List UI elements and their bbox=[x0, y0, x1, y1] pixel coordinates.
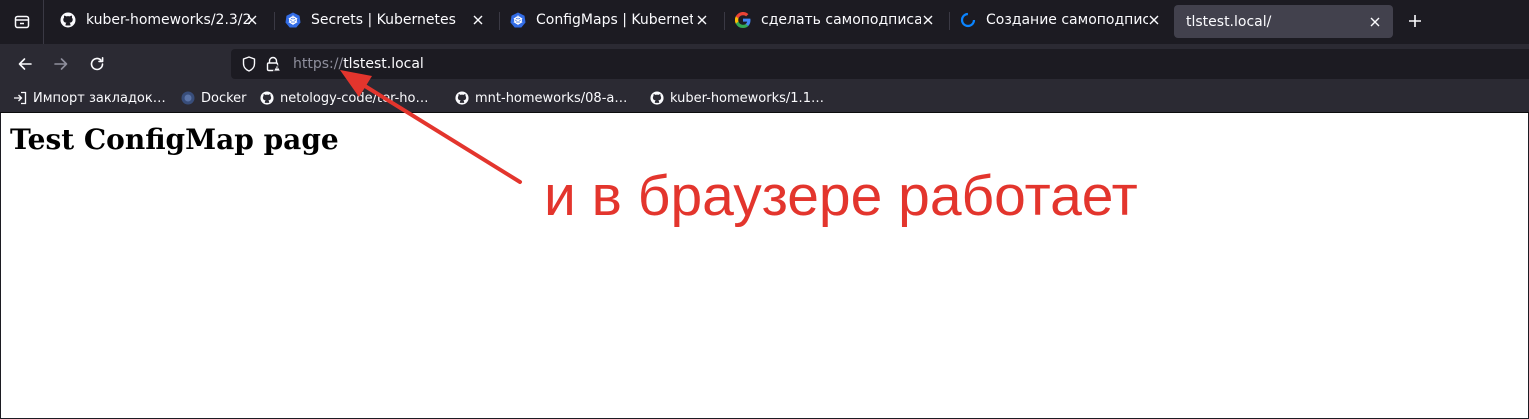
bookmark-label: netology-code/ter-ho… bbox=[280, 90, 429, 106]
tab-self-signed-creation[interactable]: Создание самоподписа bbox=[950, 0, 1172, 40]
forward-icon bbox=[54, 58, 68, 70]
tab-title: сделать самоподписанн bbox=[761, 12, 921, 28]
kubernetes-icon bbox=[285, 12, 301, 28]
import-icon bbox=[13, 91, 27, 105]
tab-google-search[interactable]: сделать самоподписанн bbox=[725, 0, 947, 40]
close-icon[interactable] bbox=[694, 12, 710, 28]
bookmark-kuber-homeworks[interactable]: kuber-homeworks/1.1… bbox=[650, 88, 824, 108]
tab-secrets-kubernetes[interactable]: Secrets | Kubernetes bbox=[275, 0, 497, 40]
close-icon[interactable] bbox=[470, 12, 486, 28]
plus-icon bbox=[1409, 15, 1421, 27]
bookmark-label: kuber-homeworks/1.1… bbox=[670, 90, 824, 106]
tab-title: kuber-homeworks/2.3/2. bbox=[86, 12, 252, 28]
shield-icon[interactable] bbox=[241, 56, 257, 72]
tab-title: Создание самоподписа bbox=[986, 12, 1148, 28]
firefox-view-button[interactable] bbox=[0, 0, 44, 44]
docker-icon bbox=[181, 91, 195, 105]
back-button[interactable] bbox=[13, 52, 37, 76]
tab-configmaps-kubernetes[interactable]: ConfigMaps | Kubernete bbox=[500, 0, 722, 40]
tab-title: ConfigMaps | Kubernete bbox=[536, 12, 693, 28]
github-icon bbox=[260, 91, 274, 105]
address-bar[interactable]: https://tlstest.local bbox=[231, 49, 1529, 79]
tab-title: Secrets | Kubernetes bbox=[311, 12, 456, 28]
reload-button[interactable] bbox=[85, 52, 109, 76]
back-icon bbox=[18, 58, 32, 70]
browser-window: kuber-homeworks/2.3/2. Secrets | Kuberne… bbox=[0, 0, 1529, 419]
tab-title: tlstest.local/ bbox=[1186, 13, 1272, 30]
bookmark-label: Docker bbox=[201, 90, 247, 106]
bookmark-netology-code[interactable]: netology-code/ter-ho… bbox=[260, 88, 428, 108]
github-icon bbox=[60, 12, 76, 28]
kubernetes-icon bbox=[510, 12, 526, 28]
close-icon[interactable] bbox=[244, 12, 260, 28]
new-tab-button[interactable] bbox=[1404, 10, 1426, 32]
github-icon bbox=[455, 91, 469, 105]
reload-icon bbox=[90, 57, 104, 71]
forward-button[interactable] bbox=[49, 52, 73, 76]
annotation-text: и в браузере работает bbox=[544, 164, 1138, 228]
tab-strip: kuber-homeworks/2.3/2. Secrets | Kuberne… bbox=[0, 0, 1529, 44]
tab-tlstest-local[interactable]: tlstest.local/ bbox=[1174, 5, 1393, 38]
url-text[interactable]: https://tlstest.local bbox=[293, 55, 424, 73]
github-icon bbox=[650, 91, 664, 105]
page-content: Test ConfigMap page и в браузере работае… bbox=[0, 113, 1529, 419]
bookmark-mnt-homeworks[interactable]: mnt-homeworks/08-a… bbox=[455, 88, 627, 108]
url-host: tlstest.local bbox=[343, 56, 424, 72]
bookmark-import[interactable]: Импорт закладок… bbox=[13, 88, 166, 108]
bookmark-docker[interactable]: Docker bbox=[181, 88, 247, 108]
tab-kuber-homeworks[interactable]: kuber-homeworks/2.3/2. bbox=[50, 0, 272, 40]
close-icon[interactable] bbox=[1146, 12, 1162, 28]
google-icon bbox=[735, 12, 751, 28]
page-heading: Test ConfigMap page bbox=[10, 123, 339, 156]
bookmarks-toolbar: Импорт закладок… Docker netology-code/te… bbox=[0, 84, 1529, 113]
bookmark-label: Импорт закладок… bbox=[33, 90, 166, 106]
insecure-lock-icon[interactable] bbox=[265, 56, 281, 72]
close-icon[interactable] bbox=[1367, 14, 1383, 30]
url-scheme: https:// bbox=[293, 56, 344, 72]
firefox-view-icon bbox=[14, 15, 29, 29]
close-icon[interactable] bbox=[920, 12, 936, 28]
bookmark-label: mnt-homeworks/08-a… bbox=[475, 90, 628, 106]
loading-icon bbox=[960, 12, 976, 28]
